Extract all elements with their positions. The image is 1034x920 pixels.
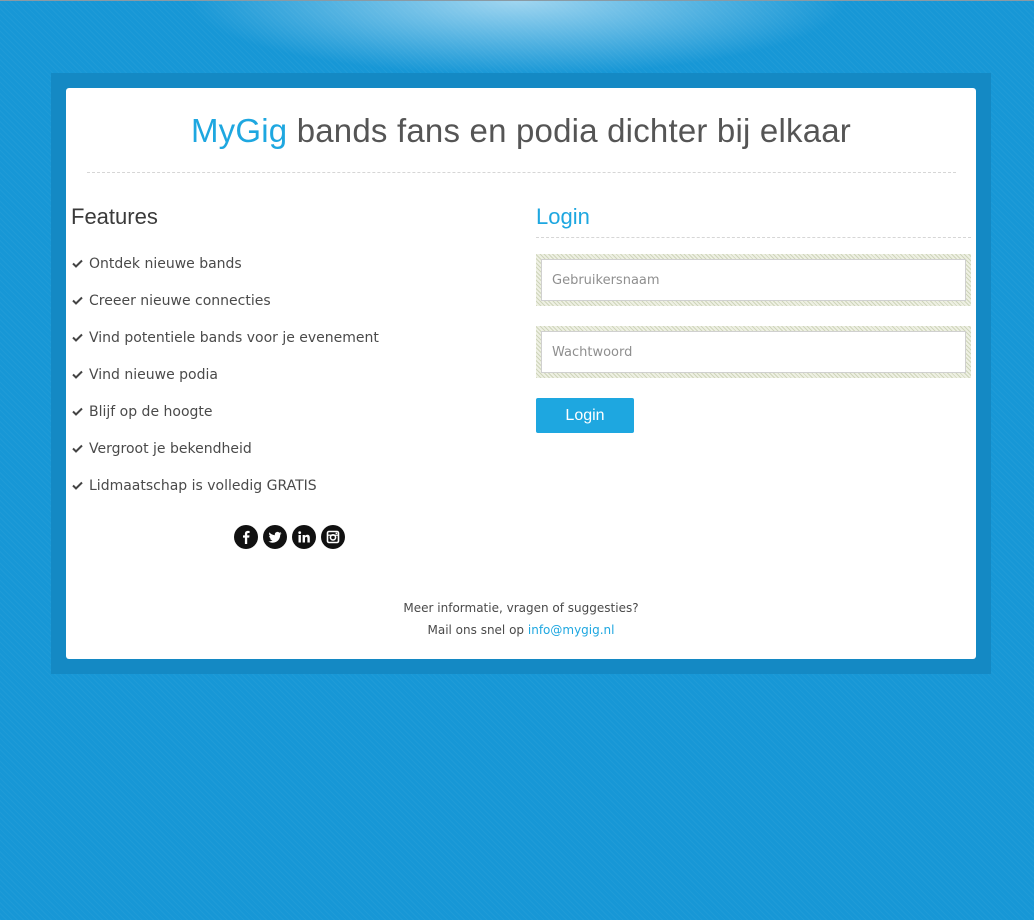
linkedin-icon[interactable] [292,525,316,549]
feature-label: Blijf op de hoogte [89,404,213,420]
feature-label: Vergroot je bekendheid [89,441,252,457]
login-divider [536,237,971,238]
login-button[interactable]: Login [536,398,634,433]
email-link[interactable]: info@mygig.nl [528,623,615,637]
feature-label: Vind nieuwe podia [89,367,218,383]
feature-item: Vind potentiele bands voor je evenement [71,330,379,367]
login-heading: Login [536,204,590,229]
page-title: MyGig bands fans en podia dichter bij el… [66,112,976,150]
title-divider [87,172,956,173]
check-icon [71,441,84,453]
feature-label: Creeer nieuwe connecties [89,293,271,309]
check-icon [71,256,84,268]
check-icon [71,330,84,342]
feature-item: Ontdek nieuwe bands [71,256,379,293]
username-field-wrapper [536,254,971,306]
top-edge-line [0,0,1034,1]
check-icon [71,293,84,305]
check-icon [71,478,84,490]
tagline: bands fans en podia dichter bij elkaar [296,112,851,149]
features-list: Ontdek nieuwe bands Creeer nieuwe connec… [71,256,379,515]
facebook-icon[interactable] [234,525,258,549]
check-icon [71,404,84,416]
instagram-icon[interactable] [321,525,345,549]
feature-item: Creeer nieuwe connecties [71,293,379,330]
feature-label: Vind potentiele bands voor je evenement [89,330,379,346]
feature-item: Vind nieuwe podia [71,367,379,404]
footer-line-mail: Mail ons snel op info@mygig.nl [66,619,976,641]
social-links [234,525,345,549]
feature-item: Blijf op de hoogte [71,404,379,441]
feature-item: Vergroot je bekendheid [71,441,379,478]
footer-contact: Meer informatie, vragen of suggesties? M… [66,597,976,641]
features-heading: Features [71,204,158,229]
main-panel: MyGig bands fans en podia dichter bij el… [66,88,976,659]
password-input[interactable] [541,331,966,373]
feature-label: Ontdek nieuwe bands [89,256,242,272]
feature-label: Lidmaatschap is volledig GRATIS [89,478,317,494]
footer-mail-prefix: Mail ons snel op [427,623,525,637]
feature-item: Lidmaatschap is volledig GRATIS [71,478,379,515]
footer-line-info: Meer informatie, vragen of suggesties? [403,601,639,615]
username-input[interactable] [541,259,966,301]
content-frame: MyGig bands fans en podia dichter bij el… [51,73,991,674]
check-icon [71,367,84,379]
brand-name: MyGig [190,112,288,149]
password-field-wrapper [536,326,971,378]
twitter-icon[interactable] [263,525,287,549]
